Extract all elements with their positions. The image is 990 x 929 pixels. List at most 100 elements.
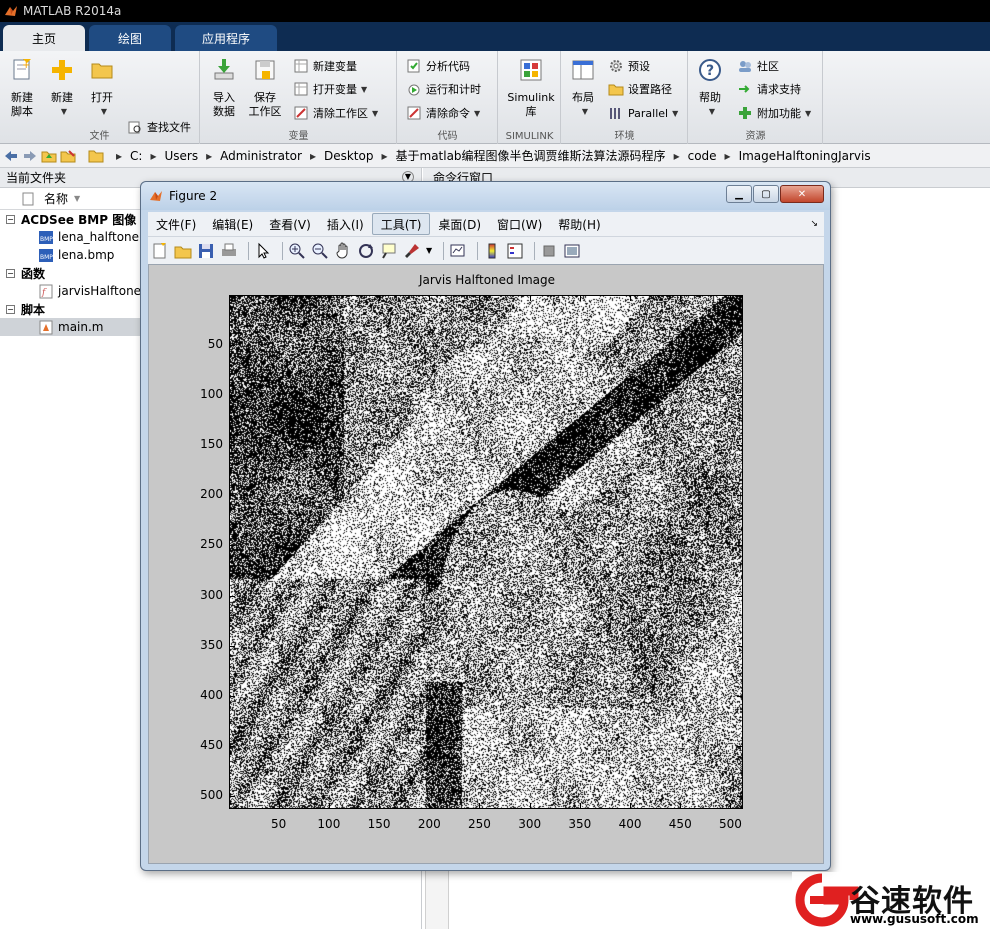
y-tick-mark [737,545,742,547]
chevron-down-icon: ▼ [805,108,812,118]
set-path-button[interactable]: 设置路径 [608,79,672,99]
import-data-button[interactable]: 导入 数据 [205,57,243,119]
addons-button[interactable]: 附加功能 ▼ [737,103,811,123]
ribbon-group-resources: ? 帮助 ▼ 社区 请求支持 附加功能 ▼ 资源 [689,51,823,144]
breadcrumb-item[interactable]: C: [130,149,142,163]
open-variable-button[interactable]: 打开变量 ▼ [293,79,367,99]
preferences-button[interactable]: 预设 [608,56,650,76]
clear-commands-button[interactable]: 清除命令 ▼ [406,103,480,123]
analyze-code-label: 分析代码 [426,60,470,73]
open-file-icon[interactable] [174,242,192,260]
new-figure-icon[interactable] [151,242,169,260]
open-button[interactable]: 打开 ▼ [83,57,121,119]
zoom-out-icon[interactable] [311,242,329,260]
folder-icon [88,150,104,162]
import-data-label: 导入 数据 [213,91,235,118]
tab-home[interactable]: 主页 [3,25,85,51]
back-arrow-icon[interactable] [3,148,19,164]
menu-help[interactable]: 帮助(H) [550,213,608,235]
menu-desktop[interactable]: 桌面(D) [430,213,489,235]
new-button[interactable]: 新建 ▼ [43,57,81,119]
zoom-in-icon[interactable] [288,242,306,260]
x-tick-mark [630,296,632,301]
menu-view[interactable]: 查看(V) [261,213,319,235]
breadcrumb-item[interactable]: ImageHalftoningJarvis [739,149,871,163]
save-workspace-label: 保存 工作区 [248,91,282,118]
menu-file[interactable]: 文件(F) [148,213,204,235]
new-script-button[interactable]: + 新建 脚本 [3,57,41,119]
close-button[interactable]: ✕ [780,185,824,203]
clear-commands-label: 清除命令 [426,107,470,120]
pan-hand-icon[interactable] [334,242,352,260]
ribbon-tabbar: 主页 绘图 应用程序 [0,22,990,51]
resources-group-label: 资源 [745,131,766,142]
x-tick-mark [429,803,431,808]
x-tick-mark [379,803,381,808]
analyze-code-button[interactable]: 分析代码 [406,56,470,76]
ribbon: + 新建 脚本 新建 ▼ 打开 ▼ 查找文件 比较 文件 导入 数据 [0,51,990,158]
x-tick-label: 250 [468,817,491,831]
print-icon[interactable] [220,242,238,260]
menu-insert[interactable]: 插入(I) [319,213,372,235]
y-tick-label: 450 [200,738,223,753]
brush-icon[interactable] [403,242,421,260]
request-support-label: 请求支持 [757,83,801,96]
save-workspace-button[interactable]: 保存 工作区 [246,57,284,119]
request-support-button[interactable]: 请求支持 [737,79,801,99]
dock-arrow-icon[interactable]: ↘ [810,219,818,229]
addons-plus-icon [739,107,751,119]
community-button[interactable]: 社区 [737,56,779,76]
folder-open-icon [91,63,113,79]
up-folder-icon[interactable] [41,148,57,164]
maximize-button[interactable]: ▢ [753,185,779,203]
tab-apps[interactable]: 应用程序 [175,25,277,51]
y-tick-mark [737,595,742,597]
browse-folder-icon[interactable] [60,148,76,164]
y-tick-mark [230,394,235,396]
parallel-button[interactable]: Parallel ▼ [608,103,678,123]
run-time-button[interactable]: 运行和计时 [406,79,481,99]
y-tick-mark [230,595,235,597]
forward-arrow-icon[interactable] [22,148,38,164]
breadcrumb-item[interactable]: Users [164,149,198,163]
menu-tools[interactable]: 工具(T) [371,213,431,235]
pointer-icon[interactable] [254,242,272,260]
new-variable-button[interactable]: 新建变量 [293,56,357,76]
collapse-icon[interactable]: − [6,268,15,278]
clear-workspace-icon [294,106,308,120]
data-cursor-icon[interactable] [380,242,398,260]
minimize-button[interactable]: ▁ [726,185,752,203]
image-axes[interactable] [229,295,743,809]
group-label: ACDSee BMP 图像 [21,212,137,227]
tab-plots[interactable]: 绘图 [89,25,171,51]
help-button[interactable]: ? 帮助 ▼ [691,57,729,119]
menu-window[interactable]: 窗口(W) [489,213,550,235]
analyze-code-icon [407,59,420,73]
show-plot-tools-icon[interactable] [563,242,581,260]
menu-edit[interactable]: 编辑(E) [204,213,261,235]
rotate-3d-icon[interactable] [357,242,375,260]
figure-title-bar[interactable]: Figure 2 ▁ ▢ ✕ [141,182,830,210]
gear-icon [610,60,622,72]
simulink-group-label: SIMULINK [505,131,554,142]
parallel-label: Parallel [628,106,669,120]
clear-workspace-button[interactable]: 清除工作区 ▼ [293,103,378,123]
collapse-icon[interactable]: − [6,304,15,314]
y-tick-label: 300 [200,587,223,602]
colorbar-icon[interactable] [483,242,501,260]
breadcrumb-item[interactable]: code [688,149,717,163]
layout-button[interactable]: 布局 ▼ [564,57,602,119]
hide-plot-tools-icon[interactable] [540,242,558,260]
breadcrumb-item[interactable]: Administrator [220,149,302,163]
legend-icon[interactable] [506,242,524,260]
breadcrumb-item[interactable]: Desktop [324,149,374,163]
x-tick-mark [328,803,330,808]
save-icon[interactable] [197,242,215,260]
svg-text:BMP: BMP [40,236,53,243]
breadcrumb-item[interactable]: 基于matlab编程图像半色调贾维斯法算法源码程序 [396,147,666,164]
link-plot-icon[interactable] [449,242,467,260]
chevron-down-icon[interactable]: ▼ [426,246,432,255]
simulink-library-button[interactable]: Simulink 库 [503,57,559,119]
collapse-icon[interactable]: − [6,214,15,224]
y-tick-label: 100 [200,386,223,401]
